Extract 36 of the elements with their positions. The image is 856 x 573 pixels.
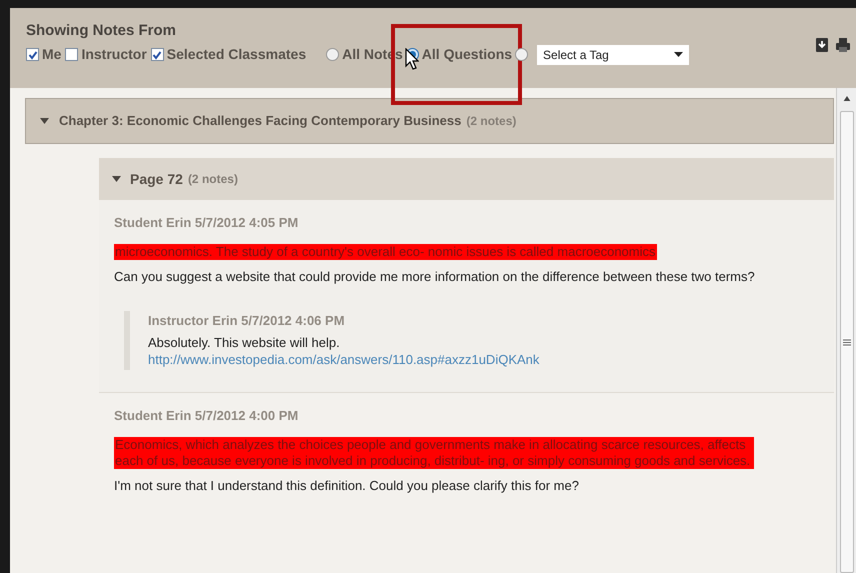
page-header[interactable]: Page 72 (2 notes) xyxy=(99,158,834,200)
reply-author: Instructor Erin 5/7/2012 4:06 PM xyxy=(148,312,346,330)
filter-label: Instructor xyxy=(81,45,147,64)
checkbox[interactable] xyxy=(150,48,164,61)
reply-link[interactable]: http://www.investopedia.com/ask/answers/110.asp#axzz1uDiQKAnk xyxy=(148,351,540,368)
note-count: (2 notes) xyxy=(466,113,516,130)
checkbox[interactable] xyxy=(65,48,78,61)
expanded-caret-icon[interactable] xyxy=(112,176,121,182)
radio-label: All Questions xyxy=(422,45,512,64)
header-title: Showing Notes From xyxy=(26,22,177,40)
download-icon[interactable] xyxy=(816,38,828,52)
scrollbar-thumb[interactable] xyxy=(840,111,854,573)
scroll-up-icon[interactable] xyxy=(842,96,850,102)
note-text: Can you suggest a website that could provide me more information on the difference between these two terms? xyxy=(114,268,756,284)
note-count: (2 notes) xyxy=(188,171,238,188)
radio-button[interactable] xyxy=(515,48,528,61)
checkbox[interactable] xyxy=(26,48,39,61)
chapter-title: Chapter 3: Economic Challenges Facing Contemporary Business xyxy=(59,112,462,130)
reply-text: Absolutely. This website will help. xyxy=(148,334,341,351)
note-text: I'm not sure that I understand this definition. Could you please clarify this for me? xyxy=(114,476,580,494)
note-author: Student Erin 5/7/2012 4:00 PM xyxy=(114,407,300,425)
grip-icon xyxy=(842,338,850,346)
cursor-icon xyxy=(404,48,419,70)
page-title: Page 72 xyxy=(130,170,183,189)
printer-icon[interactable] xyxy=(836,38,850,52)
filter-label: Selected Classmates xyxy=(166,45,306,64)
expanded-caret-icon[interactable] xyxy=(40,118,49,124)
chapter-header[interactable]: Chapter 3: Economic Challenges Facing Contemporary Business (2 notes) xyxy=(25,98,834,144)
highlighted-passage: Economics, which analyzes the choices people and governments make in allocating scarce resources, affects each of us, because everyone is involved in producing, distribut- ing, or simply consuming goods and services. xyxy=(114,436,754,468)
radio-button[interactable] xyxy=(326,48,340,61)
note-author: Student Erin 5/7/2012 4:05 PM xyxy=(114,214,300,232)
caret-icon xyxy=(674,52,684,57)
highlighted-passage: microeconomics. The study of a country's overall eco- nomic issues is called macroeconomics xyxy=(114,244,657,260)
filter-label: Me xyxy=(42,45,62,64)
tag-dropdown[interactable]: Select a Tag xyxy=(537,44,690,64)
scrollbar[interactable] xyxy=(836,88,856,573)
